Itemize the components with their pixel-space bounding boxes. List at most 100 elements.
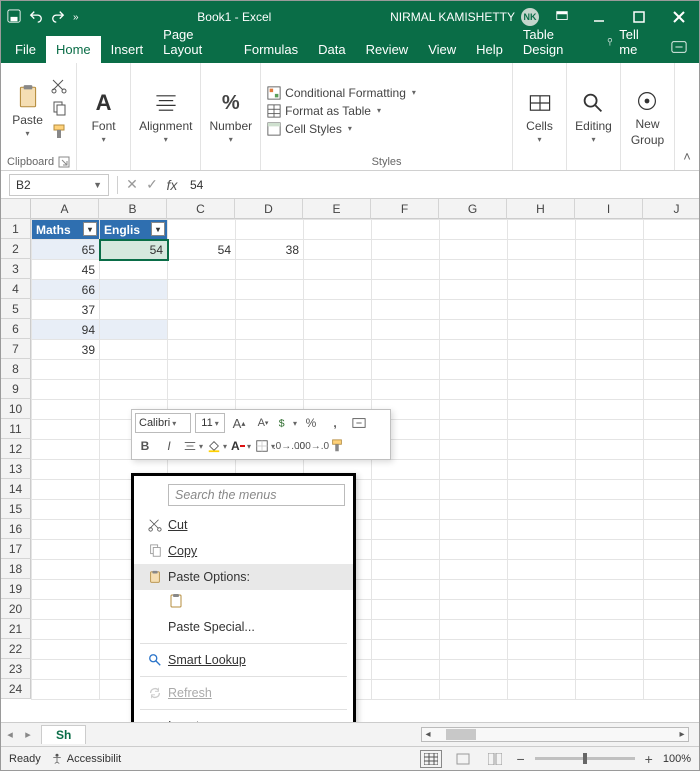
cell-I13[interactable] <box>576 460 644 480</box>
cell-J14[interactable] <box>644 480 700 500</box>
tab-tellme[interactable]: Tell me <box>595 21 663 63</box>
format-as-table-button[interactable]: Format as Table ▾ <box>267 104 416 118</box>
cell-G12[interactable] <box>440 440 508 460</box>
cell-A18[interactable] <box>32 560 100 580</box>
cell-A17[interactable] <box>32 540 100 560</box>
ctx-smart-lookup[interactable]: Smart Lookup <box>134 647 353 673</box>
cell-F14[interactable] <box>372 480 440 500</box>
ctx-insert[interactable]: Insert▸ <box>134 713 353 722</box>
cell-D4[interactable] <box>236 280 304 300</box>
row-header-6[interactable]: 6 <box>1 319 31 339</box>
tab-home[interactable]: Home <box>46 36 101 63</box>
undo-icon[interactable] <box>29 9 43 26</box>
cell-G11[interactable] <box>440 420 508 440</box>
tab-data[interactable]: Data <box>308 36 355 63</box>
merge-center-icon[interactable] <box>349 413 369 433</box>
cell-I21[interactable] <box>576 620 644 640</box>
cell-G20[interactable] <box>440 600 508 620</box>
cell-H12[interactable] <box>508 440 576 460</box>
cell-J16[interactable] <box>644 520 700 540</box>
tab-review[interactable]: Review <box>356 36 419 63</box>
cell-J2[interactable] <box>644 240 700 260</box>
row-header-23[interactable]: 23 <box>1 659 31 679</box>
row-header-24[interactable]: 24 <box>1 679 31 699</box>
row-header-14[interactable]: 14 <box>1 479 31 499</box>
cell-I14[interactable] <box>576 480 644 500</box>
cell-H17[interactable] <box>508 540 576 560</box>
cell-F5[interactable] <box>372 300 440 320</box>
row-header-7[interactable]: 7 <box>1 339 31 359</box>
cell-I24[interactable] <box>576 680 644 700</box>
cell-E1[interactable] <box>304 220 372 240</box>
select-all-corner[interactable] <box>1 199 31 219</box>
cell-F4[interactable] <box>372 280 440 300</box>
cell-H19[interactable] <box>508 580 576 600</box>
cell-H3[interactable] <box>508 260 576 280</box>
cell-J5[interactable] <box>644 300 700 320</box>
cell-J7[interactable] <box>644 340 700 360</box>
cell-A9[interactable] <box>32 380 100 400</box>
cell-I18[interactable] <box>576 560 644 580</box>
cell-G3[interactable] <box>440 260 508 280</box>
row-header-20[interactable]: 20 <box>1 599 31 619</box>
cell-G23[interactable] <box>440 660 508 680</box>
cell-I9[interactable] <box>576 380 644 400</box>
cell-F19[interactable] <box>372 580 440 600</box>
comma-style-icon[interactable]: , <box>325 413 345 433</box>
cell-J23[interactable] <box>644 660 700 680</box>
fill-color-icon[interactable]: ▾ <box>207 436 227 456</box>
cell-G21[interactable] <box>440 620 508 640</box>
mini-size-combo[interactable]: 11▾ <box>195 413 225 433</box>
row-header-4[interactable]: 4 <box>1 279 31 299</box>
cell-D3[interactable] <box>236 260 304 280</box>
accounting-format-icon[interactable]: $▾ <box>277 413 297 433</box>
horizontal-scrollbar[interactable]: ◂ ▸ <box>421 727 689 742</box>
sheet-nav-prev-icon[interactable]: ▸ <box>19 728 37 741</box>
align-icon[interactable]: ▾ <box>183 436 203 456</box>
ctx-copy[interactable]: Copy <box>134 538 353 564</box>
format-painter-icon[interactable] <box>51 124 67 143</box>
tab-pagelayout[interactable]: Page Layout <box>153 21 234 63</box>
cell-J8[interactable] <box>644 360 700 380</box>
cell-I15[interactable] <box>576 500 644 520</box>
cell-J17[interactable] <box>644 540 700 560</box>
formula-input[interactable]: 54 <box>182 178 699 192</box>
cell-C4[interactable] <box>168 280 236 300</box>
row-header-11[interactable]: 11 <box>1 419 31 439</box>
cell-I5[interactable] <box>576 300 644 320</box>
scroll-left-icon[interactable]: ◂ <box>422 729 434 740</box>
fx-icon[interactable]: fx <box>162 177 182 193</box>
col-header-B[interactable]: B <box>99 199 167 219</box>
cell-J22[interactable] <box>644 640 700 660</box>
col-header-D[interactable]: D <box>235 199 303 219</box>
cell-J13[interactable] <box>644 460 700 480</box>
cell-B3[interactable] <box>100 260 168 280</box>
cell-G6[interactable] <box>440 320 508 340</box>
cells-group-button[interactable]: Cells▾ <box>524 87 556 146</box>
cell-I12[interactable] <box>576 440 644 460</box>
col-header-H[interactable]: H <box>507 199 575 219</box>
column-headers[interactable]: ABCDEFGHIJ <box>31 199 699 219</box>
filter-dropdown-icon[interactable]: ▾ <box>83 222 97 236</box>
dialog-launcher-icon[interactable] <box>58 156 70 168</box>
menu-search-input[interactable]: Search the menus <box>168 484 345 506</box>
cell-I1[interactable] <box>576 220 644 240</box>
cell-H18[interactable] <box>508 560 576 580</box>
cell-E3[interactable] <box>304 260 372 280</box>
row-header-8[interactable]: 8 <box>1 359 31 379</box>
accessibility-button[interactable]: Accessibilit <box>51 753 121 765</box>
cell-G18[interactable] <box>440 560 508 580</box>
cell-I19[interactable] <box>576 580 644 600</box>
cell-J6[interactable] <box>644 320 700 340</box>
col-header-F[interactable]: F <box>371 199 439 219</box>
cell-D9[interactable] <box>236 380 304 400</box>
font-group-button[interactable]: AFont▾ <box>88 87 120 146</box>
cell-H20[interactable] <box>508 600 576 620</box>
cell-D8[interactable] <box>236 360 304 380</box>
row-headers[interactable]: 123456789101112131415161718192021222324 <box>1 219 31 699</box>
row-header-13[interactable]: 13 <box>1 459 31 479</box>
row-header-15[interactable]: 15 <box>1 499 31 519</box>
cell-I2[interactable] <box>576 240 644 260</box>
cell-H23[interactable] <box>508 660 576 680</box>
cell-H2[interactable] <box>508 240 576 260</box>
